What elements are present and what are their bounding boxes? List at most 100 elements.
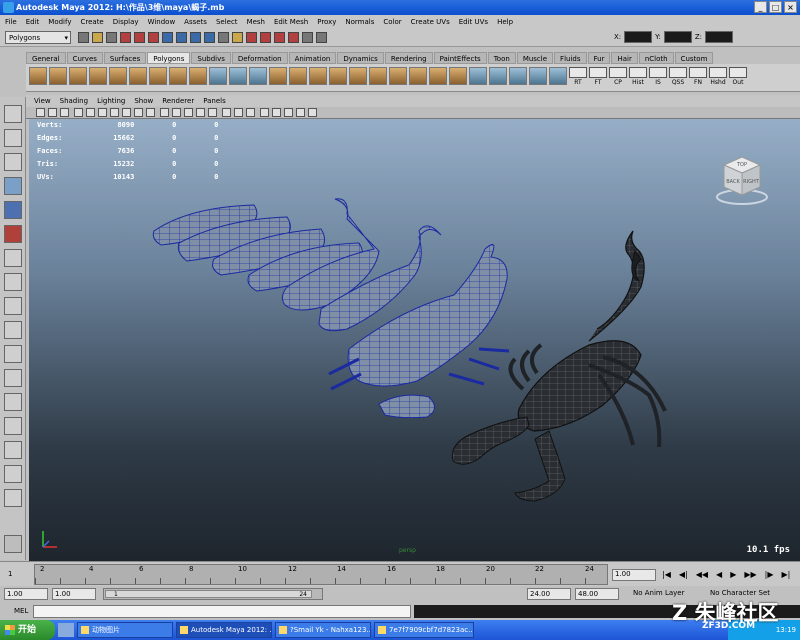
tab-muscle[interactable]: Muscle: [516, 52, 554, 64]
poly-pipe-icon[interactable]: [189, 67, 207, 85]
safe-action-icon[interactable]: [134, 108, 143, 117]
panel-menu-panels[interactable]: Panels: [203, 95, 226, 107]
isolate-select-icon[interactable]: [308, 108, 317, 117]
input-line-icon[interactable]: [302, 32, 313, 43]
step-back-key-button[interactable]: ◀|: [679, 570, 688, 579]
start-button[interactable]: 开始: [0, 620, 55, 640]
poly-combine-icon[interactable]: [209, 67, 227, 85]
shelf-ft[interactable]: FT: [589, 67, 607, 91]
planar-mapping-icon[interactable]: [469, 67, 487, 85]
open-scene-icon[interactable]: [92, 32, 103, 43]
scale-tool-icon[interactable]: [4, 225, 22, 243]
menu-modify[interactable]: Modify: [48, 15, 71, 29]
tab-fur[interactable]: Fur: [587, 52, 611, 64]
bevel-icon[interactable]: [429, 67, 447, 85]
menu-color[interactable]: Color: [383, 15, 401, 29]
tab-curves[interactable]: Curves: [66, 52, 103, 64]
play-forward-button[interactable]: ▶: [730, 570, 736, 579]
tab-rendering[interactable]: Rendering: [384, 52, 433, 64]
animation-start-field[interactable]: 1.00: [4, 588, 48, 600]
tab-polygons[interactable]: Polygons: [147, 52, 191, 64]
mel-label[interactable]: MEL: [14, 607, 28, 615]
move-tool-icon[interactable]: [4, 177, 22, 195]
make-live-icon[interactable]: [218, 32, 229, 43]
menu-edit-mesh[interactable]: Edit Mesh: [274, 15, 308, 29]
camera-attributes-icon[interactable]: [36, 108, 45, 117]
maximize-button[interactable]: □: [769, 1, 782, 13]
bookmark-icon[interactable]: [48, 108, 57, 117]
range-slider-handle[interactable]: 1 24: [105, 590, 312, 598]
offset-edge-loop-icon[interactable]: [409, 67, 427, 85]
rotate-tool-icon[interactable]: [4, 201, 22, 219]
depth-of-field-icon[interactable]: [296, 108, 305, 117]
step-back-frame-button[interactable]: ◀◀: [696, 570, 708, 579]
wireframe-on-shaded-icon[interactable]: [184, 108, 193, 117]
tab-fluids[interactable]: Fluids: [554, 52, 587, 64]
hypershade-layout-icon[interactable]: [4, 441, 22, 459]
single-perspective-layout-icon[interactable]: [4, 345, 22, 363]
shelf-is[interactable]: IS: [649, 67, 667, 91]
tab-painteffects[interactable]: PaintEffects: [433, 52, 487, 64]
tab-surfaces[interactable]: Surfaces: [103, 52, 147, 64]
four-view-layout-icon[interactable]: [4, 369, 22, 387]
panel-menu-lighting[interactable]: Lighting: [97, 95, 125, 107]
grid-toggle-icon[interactable]: [74, 108, 83, 117]
safe-title-icon[interactable]: [146, 108, 155, 117]
new-scene-icon[interactable]: [78, 32, 89, 43]
poly-extrude-icon[interactable]: [289, 67, 307, 85]
field-chart-icon[interactable]: [122, 108, 131, 117]
tab-ncloth[interactable]: nCloth: [638, 52, 674, 64]
menu-create[interactable]: Create: [80, 15, 103, 29]
split-polygon-icon[interactable]: [369, 67, 387, 85]
z-field[interactable]: [705, 31, 734, 43]
poly-sphere-icon[interactable]: [29, 67, 47, 85]
tab-dynamics[interactable]: Dynamics: [337, 52, 384, 64]
poly-append-icon[interactable]: [329, 67, 347, 85]
menu-select[interactable]: Select: [216, 15, 238, 29]
menu-normals[interactable]: Normals: [345, 15, 374, 29]
motion-blur-icon[interactable]: [272, 108, 281, 117]
film-gate-icon[interactable]: [86, 108, 95, 117]
anim-layer-selector[interactable]: No Anim Layer: [633, 589, 684, 597]
high-quality-icon[interactable]: [234, 108, 243, 117]
tab-animation[interactable]: Animation: [288, 52, 337, 64]
attribute-editor-icon[interactable]: [316, 32, 327, 43]
mel-input[interactable]: [33, 605, 411, 618]
ambient-occlusion-icon[interactable]: [260, 108, 269, 117]
panel-menu-show[interactable]: Show: [134, 95, 153, 107]
perspective-viewport[interactable]: Verts: 8090 0 0 Edges: 15662 0 0 Faces: 7636 0 0 …: [29, 119, 800, 561]
shelf-rt[interactable]: RT: [569, 67, 587, 91]
menu-edit[interactable]: Edit: [26, 15, 40, 29]
show-manipulator-tool-icon[interactable]: [4, 297, 22, 315]
poly-smooth-icon[interactable]: [249, 67, 267, 85]
hypershade-icon[interactable]: [288, 32, 299, 43]
poly-prism-icon[interactable]: [149, 67, 167, 85]
panel-menu-renderer[interactable]: Renderer: [162, 95, 194, 107]
minimize-button[interactable]: _: [754, 1, 767, 13]
select-object-icon[interactable]: [134, 32, 145, 43]
poly-pyramid-icon[interactable]: [169, 67, 187, 85]
poly-plane-icon[interactable]: [109, 67, 127, 85]
shelf-qss[interactable]: QSS: [669, 67, 687, 91]
playback-start-field[interactable]: 1.00: [52, 588, 96, 600]
poly-torus-icon[interactable]: [129, 67, 147, 85]
perspective-graph-layout-icon[interactable]: [4, 417, 22, 435]
shelf-fn[interactable]: FN: [689, 67, 707, 91]
y-field[interactable]: [663, 31, 692, 43]
smooth-shade-icon[interactable]: [172, 108, 181, 117]
shelf-cp[interactable]: CP: [609, 67, 627, 91]
poly-separate-icon[interactable]: [229, 67, 247, 85]
tab-subdivs[interactable]: Subdivs: [191, 52, 231, 64]
menu-file[interactable]: File: [5, 15, 17, 29]
poly-cone-icon[interactable]: [89, 67, 107, 85]
spherical-mapping-icon[interactable]: [509, 67, 527, 85]
snap-plane-icon[interactable]: [204, 32, 215, 43]
uv-editor-icon[interactable]: [549, 67, 567, 85]
poly-fill-hole-icon[interactable]: [349, 67, 367, 85]
current-time-field[interactable]: 1.00: [612, 569, 656, 581]
menu-mesh[interactable]: Mesh: [247, 15, 265, 29]
graph-layout-icon[interactable]: [4, 465, 22, 483]
shelf-hist[interactable]: Hist: [629, 67, 647, 91]
menu-help[interactable]: Help: [497, 15, 513, 29]
playback-end-field[interactable]: 24.00: [527, 588, 571, 600]
